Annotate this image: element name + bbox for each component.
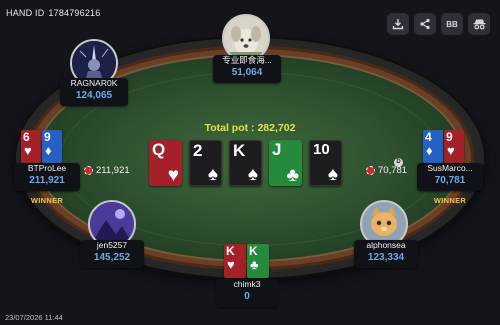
share-icon [420,18,430,30]
player-stack: 0 [244,291,250,302]
player-stack: 51,064 [231,67,263,78]
hole-card-chimk3-2: K ♣ [247,244,269,278]
chip-icon [366,166,375,175]
card-rank: 9 [44,130,51,144]
card-rank: K [226,244,235,258]
heart-suit-icon: ♥ [24,143,32,158]
player-seat-chimk3[interactable]: chimk3 0 [216,279,278,307]
board-card-5: 10 ♠ [309,140,342,186]
dealer-chip-icon: D [394,157,403,167]
card-rank: 4 [425,130,432,144]
winner-badge-susmarco: WINNER [433,196,467,205]
player-stack: 145,252 [93,252,131,263]
player-stack: 124,065 [75,90,113,101]
player-seat-jen5257[interactable]: jen5257 145,252 [80,240,144,268]
card-rank: Q [152,140,166,159]
hand-id: HAND ID 1784796216 [6,8,104,18]
player-seat-top[interactable]: 专业即食海... 51,064 [213,55,281,83]
hole-card-chimk3-1: K ♥ [224,244,246,278]
share-button[interactable] [414,13,436,35]
heart-suit-icon: ♥ [167,165,179,186]
card-rank: K [249,244,258,258]
hand-date: 23/07/2026 11:44 [5,313,63,322]
incognito-icon [473,19,485,30]
download-icon [392,19,404,30]
heart-suit-icon: ♥ [447,143,455,158]
hole-card-susmarco-2: 9 ♥ [444,130,464,163]
chip-icon [84,166,93,175]
player-name: jen5257 [96,240,128,250]
player-name: chimk3 [233,279,261,289]
club-suit-icon: ♣ [250,257,259,272]
hole-card-btprolee-2: 9 ♦ [42,130,62,163]
hole-card-susmarco-1: 4 ♦ [423,130,443,163]
player-stack: 123,334 [367,252,405,263]
card-rank: 9 [446,130,453,144]
spade-suit-icon: ♠ [207,164,218,185]
bb-label: BB [446,19,458,29]
dealer-button: D [394,150,403,168]
hand-id-value: 1784796216 [48,8,101,18]
player-stack: 211,921 [29,175,65,186]
card-rank: 2 [193,141,203,160]
board-card-2: 2 ♠ [189,140,222,186]
board-card-3: K ♠ [229,140,262,186]
diamond-suit-icon: ♦ [426,143,433,158]
card-rank: 10 [313,141,330,158]
player-name: RAGNAR0K [70,78,118,88]
player-seat-alphonsea[interactable]: alphonsea 123,334 [354,240,418,268]
heart-suit-icon: ♥ [227,257,235,272]
player-name: 专业即食海... [222,55,272,65]
player-stack: 70,781 [434,175,466,186]
spade-suit-icon: ♠ [247,164,258,185]
download-button[interactable] [387,13,409,35]
card-rank: K [233,141,246,160]
club-suit-icon: ♣ [286,165,299,186]
player-name: BTProLee [27,163,67,173]
player-name: SusMarco... [427,163,473,173]
bet-btprolee: 211,921 [84,165,130,176]
player-seat-susmarco[interactable]: SusMarco... 70,781 [417,163,483,191]
dog-avatar-icon [224,16,268,60]
board-card-4: J ♣ [269,140,302,186]
card-rank: 6 [23,130,30,144]
spade-suit-icon: ♠ [327,164,338,185]
card-rank: J [272,140,282,159]
board-card-1: Q ♥ [149,140,182,186]
incognito-button[interactable] [468,13,490,35]
winner-badge-btprolee: WINNER [30,196,64,205]
player-name: alphonsea [366,240,406,250]
hand-id-label: HAND ID [6,8,45,18]
player-seat-ragnar0k[interactable]: RAGNAR0K 124,065 [60,78,128,106]
bb-toggle-button[interactable]: BB [441,13,463,35]
diamond-suit-icon: ♦ [45,143,52,158]
hole-card-btprolee-1: 6 ♥ [21,130,41,163]
player-seat-btprolee[interactable]: BTProLee 211,921 [14,163,80,191]
bet-amount: 211,921 [96,165,130,176]
